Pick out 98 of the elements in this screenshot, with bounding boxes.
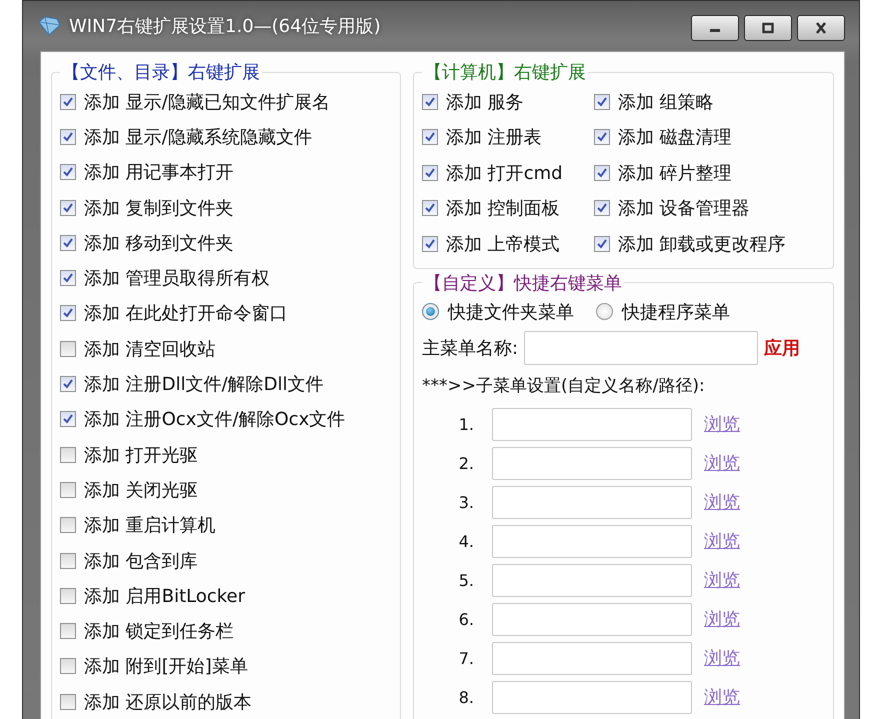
radio-button[interactable] xyxy=(596,303,613,320)
checkbox-label: 添加 移动到文件夹 xyxy=(84,232,234,255)
checkbox-label: 添加 碎片整理 xyxy=(618,162,732,185)
submenu-field[interactable] xyxy=(492,408,692,440)
checkbox-label: 添加 锁定到任务栏 xyxy=(84,620,234,644)
checkbox[interactable] xyxy=(60,376,76,392)
checkbox-label: 添加 显示/隐藏系统隐藏文件 xyxy=(84,126,312,149)
checkbox[interactable] xyxy=(422,200,438,216)
row-number: 7. xyxy=(458,648,475,668)
group-title: 【自定义】快捷右键菜单 xyxy=(423,272,623,294)
checkbox-label: 添加 管理员取得所有权 xyxy=(84,267,270,290)
browse-link[interactable]: 浏览 xyxy=(704,607,740,631)
checkbox-label: 添加 上帝模式 xyxy=(446,232,560,256)
checkbox[interactable] xyxy=(60,305,76,322)
checkbox-label: 添加 显示/隐藏已知文件扩展名 xyxy=(84,90,330,114)
checkbox-label: 添加 控制面板 xyxy=(446,197,560,220)
radio-label: 快捷文件夹菜单 xyxy=(448,300,574,324)
maximize-icon xyxy=(761,22,775,34)
checkbox[interactable] xyxy=(594,94,610,110)
checkbox[interactable] xyxy=(422,129,438,146)
checkbox[interactable] xyxy=(422,236,438,252)
browse-link[interactable]: 浏览 xyxy=(704,490,740,514)
checkbox-label: 添加 复制到文件夹 xyxy=(84,196,234,220)
checkbox-label: 添加 在此处打开命令窗口 xyxy=(84,302,288,326)
browse-link[interactable]: 浏览 xyxy=(704,646,740,670)
submenu-field[interactable] xyxy=(492,446,692,480)
close-icon xyxy=(814,22,828,34)
checkbox-label: 添加 打开光驱 xyxy=(84,444,198,467)
checkbox[interactable] xyxy=(60,128,76,145)
checkbox[interactable] xyxy=(60,164,76,180)
apply-button[interactable]: 应用 xyxy=(764,336,800,360)
checkbox-label: 添加 设备管理器 xyxy=(618,197,750,220)
checkbox[interactable] xyxy=(60,517,76,534)
row-number: 6. xyxy=(458,610,475,628)
window-title: WIN7右键扩展设置1.0—(64位专用版) xyxy=(69,15,381,38)
checkbox[interactable] xyxy=(60,270,76,286)
radio-label: 快捷程序菜单 xyxy=(622,300,730,324)
checkbox-label: 添加 注册Ocx文件/解除Ocx文件 xyxy=(84,408,346,432)
checkbox[interactable] xyxy=(60,694,76,710)
checkbox[interactable] xyxy=(60,552,76,568)
checkbox-label: 添加 清空回收站 xyxy=(84,338,216,361)
checkbox-label: 添加 用记事本打开 xyxy=(84,161,234,184)
row-number: 8. xyxy=(458,688,475,706)
radio-button[interactable] xyxy=(422,303,439,320)
checkbox[interactable] xyxy=(594,236,610,252)
checkbox[interactable] xyxy=(60,340,76,357)
checkbox-label: 添加 启用BitLocker xyxy=(84,584,246,608)
app-icon xyxy=(37,16,61,36)
row-number: 4. xyxy=(458,532,475,550)
checkbox[interactable] xyxy=(594,164,610,181)
main-menu-name-field[interactable] xyxy=(524,330,758,364)
submenu-field[interactable] xyxy=(492,524,692,558)
main-menu-label: 主菜单名称: xyxy=(422,336,518,360)
checkbox-label: 添加 注册Dll文件/解除Dll文件 xyxy=(84,373,324,396)
checkbox-label: 添加 还原以前的版本 xyxy=(84,690,252,714)
checkbox[interactable] xyxy=(60,234,76,251)
checkbox[interactable] xyxy=(60,482,76,498)
checkbox-label: 添加 磁盘清理 xyxy=(618,126,732,150)
checkbox-label: 添加 关闭光驱 xyxy=(84,478,198,502)
row-number: 1. xyxy=(458,414,475,434)
checkbox[interactable] xyxy=(60,658,76,674)
submenu-field[interactable] xyxy=(492,642,692,674)
row-number: 3. xyxy=(458,492,475,512)
submenu-field[interactable] xyxy=(492,486,692,518)
close-button[interactable] xyxy=(797,15,845,41)
checkbox[interactable] xyxy=(60,94,76,110)
minimize-button[interactable] xyxy=(691,15,739,41)
checkbox[interactable] xyxy=(60,446,76,463)
checkbox[interactable] xyxy=(60,200,76,216)
checkbox-label: 添加 卸载或更改程序 xyxy=(618,232,786,256)
checkbox[interactable] xyxy=(594,200,610,216)
submenu-heading: ***>>子菜单设置(自定义名称/路径): xyxy=(422,375,706,398)
browse-link[interactable]: 浏览 xyxy=(704,529,740,553)
checkbox-label: 添加 重启计算机 xyxy=(84,514,216,538)
checkbox-label: 添加 包含到库 xyxy=(84,550,198,572)
checkbox-label: 添加 附到[开始]菜单 xyxy=(84,655,248,678)
checkbox[interactable] xyxy=(422,94,438,110)
checkbox-label: 添加 服务 xyxy=(446,90,524,114)
row-number: 5. xyxy=(458,570,475,590)
checkbox-label: 添加 组策略 xyxy=(618,90,714,114)
checkbox-label: 添加 注册表 xyxy=(446,126,542,150)
checkbox[interactable] xyxy=(60,411,76,428)
row-number: 2. xyxy=(458,454,475,472)
checkbox[interactable] xyxy=(594,129,610,146)
checkbox-label: 添加 打开cmd xyxy=(446,162,563,185)
group-title: 【计算机】右键扩展 xyxy=(423,61,587,84)
browse-link[interactable]: 浏览 xyxy=(704,451,740,475)
checkbox[interactable] xyxy=(60,588,76,604)
checkbox[interactable] xyxy=(422,164,438,181)
browse-link[interactable]: 浏览 xyxy=(704,568,740,592)
browse-link[interactable]: 浏览 xyxy=(704,412,740,436)
group-title: 【文件、目录】右键扩展 xyxy=(61,61,261,84)
browse-link[interactable]: 浏览 xyxy=(704,685,740,709)
maximize-button[interactable] xyxy=(744,15,792,41)
submenu-field[interactable] xyxy=(492,564,692,596)
submenu-field[interactable] xyxy=(492,680,692,714)
submenu-field[interactable] xyxy=(492,602,692,636)
checkbox[interactable] xyxy=(60,623,76,640)
